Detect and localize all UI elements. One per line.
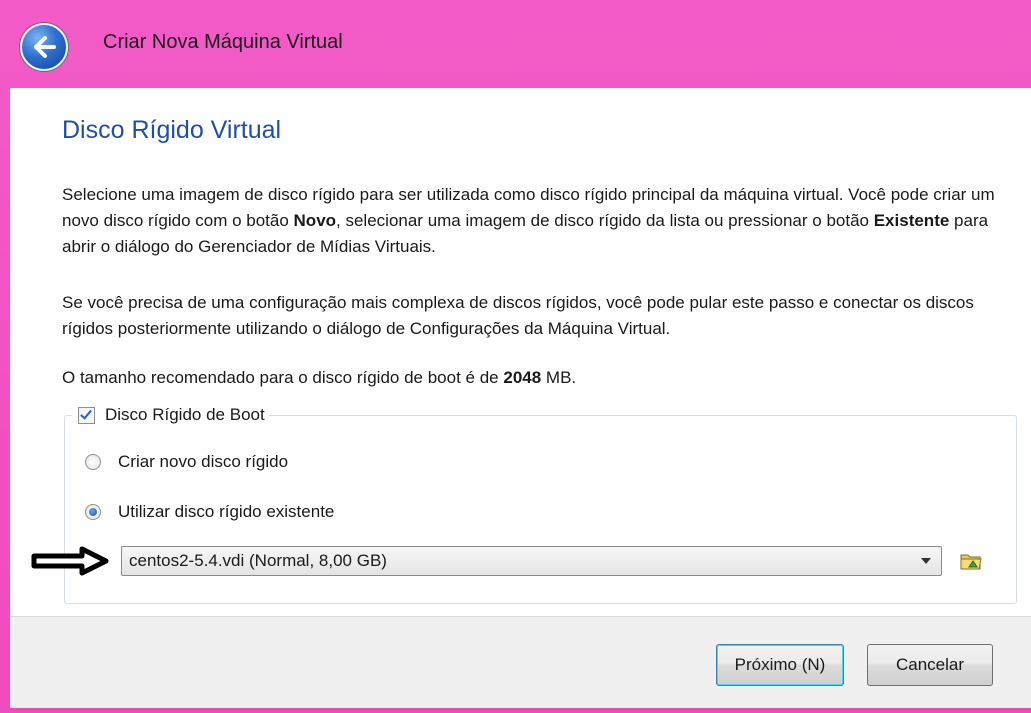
back-arrow-icon xyxy=(34,36,56,58)
checkbox-checked-icon[interactable] xyxy=(78,406,95,424)
window-frame: Criar Nova Máquina Virtual Disco Rígido … xyxy=(0,0,1031,713)
chevron-down-icon[interactable] xyxy=(921,558,931,564)
folder-icon[interactable] xyxy=(959,549,983,573)
back-button[interactable] xyxy=(20,23,68,71)
radio-use-existing-disk[interactable]: Utilizar disco rígido existente xyxy=(85,502,334,522)
existing-keyword: Existente xyxy=(873,211,950,230)
window-title: Criar Nova Máquina Virtual xyxy=(103,31,343,53)
radio-create-new-disk[interactable]: Criar novo disco rígido xyxy=(85,452,288,472)
boot-disk-checkbox[interactable]: Disco Rígido de Boot xyxy=(72,402,269,428)
next-button[interactable]: Próximo (N) xyxy=(716,644,844,686)
boot-disk-label: Disco Rígido de Boot xyxy=(105,405,265,424)
description-text-2: , selecionar uma imagem de disco rígido … xyxy=(336,211,874,230)
radio-selected-icon[interactable] xyxy=(85,504,101,520)
arrow-annotation-icon xyxy=(31,546,109,576)
cancel-button[interactable]: Cancelar xyxy=(867,644,993,686)
radio-use-existing-label: Utilizar disco rígido existente xyxy=(118,502,335,521)
recommended-size-paragraph: O tamanho recomendado para o disco rígid… xyxy=(62,365,1012,391)
radio-icon[interactable] xyxy=(85,454,101,470)
existing-disk-select[interactable]: centos2-5.4.vdi (Normal, 8,00 GB) xyxy=(121,546,942,576)
recommended-size-unit: MB. xyxy=(541,368,577,387)
recommended-size-text: O tamanho recomendado para o disco rígid… xyxy=(62,368,504,387)
wizard-body: Disco Rígido Virtual Selecione uma image… xyxy=(10,88,1031,708)
description-paragraph: Selecione uma imagem de disco rígido par… xyxy=(62,182,1012,260)
advanced-paragraph: Se você precisa de uma configuração mais… xyxy=(62,293,974,338)
existing-disk-value: centos2-5.4.vdi (Normal, 8,00 GB) xyxy=(129,551,387,570)
new-keyword: Novo xyxy=(293,211,337,230)
title-bar: Criar Nova Máquina Virtual xyxy=(0,0,1031,88)
radio-create-new-label: Criar novo disco rígido xyxy=(118,452,289,471)
page-title: Disco Rígido Virtual xyxy=(62,116,282,144)
recommended-size-value: 2048 xyxy=(503,368,542,387)
